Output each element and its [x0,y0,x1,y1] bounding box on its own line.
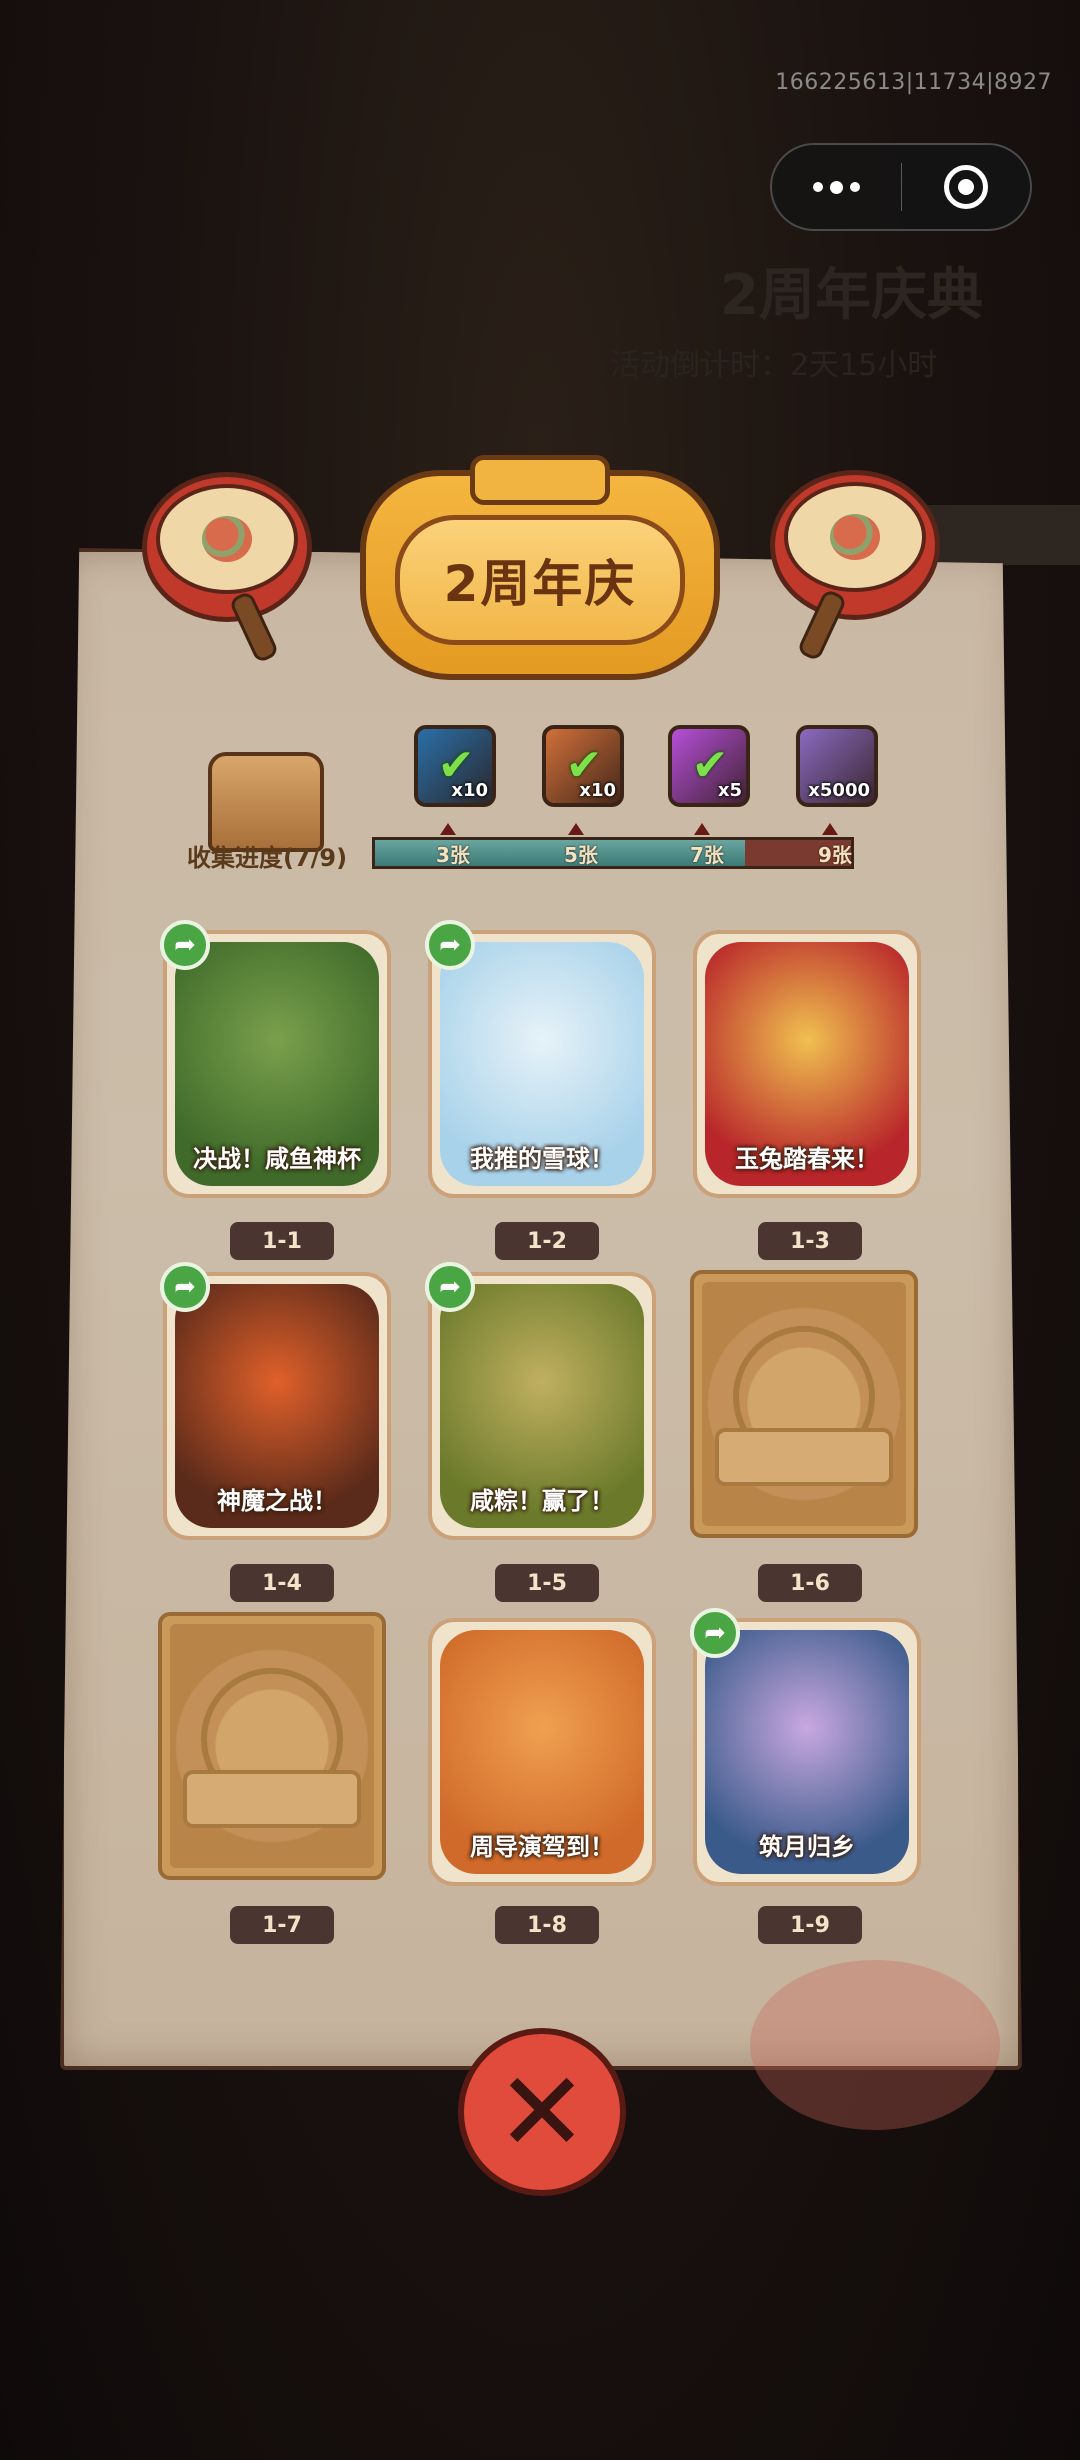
page-title: 2周年庆 [443,555,637,613]
share-card-1-9-button[interactable]: ➦ [690,1608,740,1658]
card-art: 咸粽！赢了！ [440,1284,644,1528]
card-title: 咸粽！赢了！ [470,1487,614,1515]
card-1-6-locked[interactable] [690,1270,918,1538]
card-art: 决战！咸鱼神杯 [175,942,379,1186]
milestone-marker [822,823,838,835]
card-art: 周导演驾到！ [440,1630,644,1874]
share-arrow-icon: ➦ [174,930,196,960]
card-index-tag: 1-3 [758,1222,862,1260]
share-card-1-1-button[interactable]: ➦ [160,920,210,970]
card-index-tag: 1-9 [758,1906,862,1944]
share-arrow-icon: ➦ [704,1618,726,1648]
claimed-check-icon: ✔ [437,739,475,791]
card-index-tag: 1-2 [495,1222,599,1260]
debug-id-label: 166225613|11734|8927 [775,70,1052,95]
card-index-tag: 1-5 [495,1564,599,1602]
locked-card-art [170,1624,374,1868]
card-1-5[interactable]: 咸粽！赢了！ [428,1272,656,1540]
card-index-tag: 1-6 [758,1564,862,1602]
title-plaque-inner: 2周年庆 [395,515,685,645]
milestone-3: 3张 [436,843,470,867]
card-art: 神魔之战！ [175,1284,379,1528]
right-drum [770,470,940,662]
milestone-7: 7张 [690,843,724,867]
card-art: 玉兔踏春来！ [705,942,909,1186]
more-button[interactable] [772,145,901,229]
more-dots-icon [812,180,860,194]
share-arrow-icon: ➦ [439,1272,461,1302]
milestone-marker [694,823,710,835]
card-art: 筑月归乡 [705,1630,909,1874]
left-drum [142,472,312,664]
card-1-1[interactable]: 决战！咸鱼神杯 [163,930,391,1198]
card-title: 玉兔踏春来！ [735,1145,879,1173]
reward-qty: x5000 [808,780,870,801]
reward-chest-item[interactable]: ✔ x10 [414,725,496,807]
card-title: 我推的雪球！ [470,1145,614,1173]
card-title: 筑月归乡 [759,1833,855,1861]
card-index-tag: 1-8 [495,1906,599,1944]
card-1-3[interactable]: 玉兔踏春来！ [693,930,921,1198]
background-countdown: 活动倒计时：2天15小时 [610,348,938,383]
card-title: 周导演驾到！ [470,1833,614,1861]
claimed-check-icon: ✔ [565,739,603,791]
close-icon: ✕ [495,2048,589,2176]
reward-crystal-item[interactable]: x5000 [796,725,878,807]
seal-stamp [750,1960,1000,2130]
card-title: 决战！咸鱼神杯 [193,1145,361,1173]
card-art: 我推的雪球！ [440,942,644,1186]
exit-button[interactable] [902,145,1031,229]
claimed-check-icon: ✔ [691,739,729,791]
reward-key-item[interactable]: ✔ x10 [542,725,624,807]
milestone-9: 9张 [818,843,852,867]
collection-chest-icon [208,752,324,852]
reward-orb-item[interactable]: ✔ x5 [668,725,750,807]
background-event-title: 2周年庆典 [720,263,983,328]
share-card-1-4-button[interactable]: ➦ [160,1262,210,1312]
share-arrow-icon: ➦ [174,1272,196,1302]
milestone-marker [568,823,584,835]
card-title: 神魔之战！ [217,1487,337,1515]
close-button[interactable]: ✕ [458,2028,626,2196]
share-card-1-2-button[interactable]: ➦ [425,920,475,970]
target-icon [943,165,988,209]
card-1-7-locked[interactable] [158,1612,386,1880]
card-index-tag: 1-7 [230,1906,334,1944]
locked-card-art [702,1282,906,1526]
card-1-2[interactable]: 我推的雪球！ [428,930,656,1198]
card-index-tag: 1-4 [230,1564,334,1602]
share-card-1-5-button[interactable]: ➦ [425,1262,475,1312]
card-1-8[interactable]: 周导演驾到！ [428,1618,656,1886]
collection-progress-label: 收集进度(7/9) [187,844,348,872]
card-1-4[interactable]: 神魔之战！ [163,1272,391,1540]
card-1-9[interactable]: 筑月归乡 [693,1618,921,1886]
milestone-marker [440,823,456,835]
milestone-5: 5张 [564,843,598,867]
miniprogram-capsule [770,143,1032,231]
share-arrow-icon: ➦ [439,930,461,960]
plaque-handle [470,455,610,505]
card-index-tag: 1-1 [230,1222,334,1260]
